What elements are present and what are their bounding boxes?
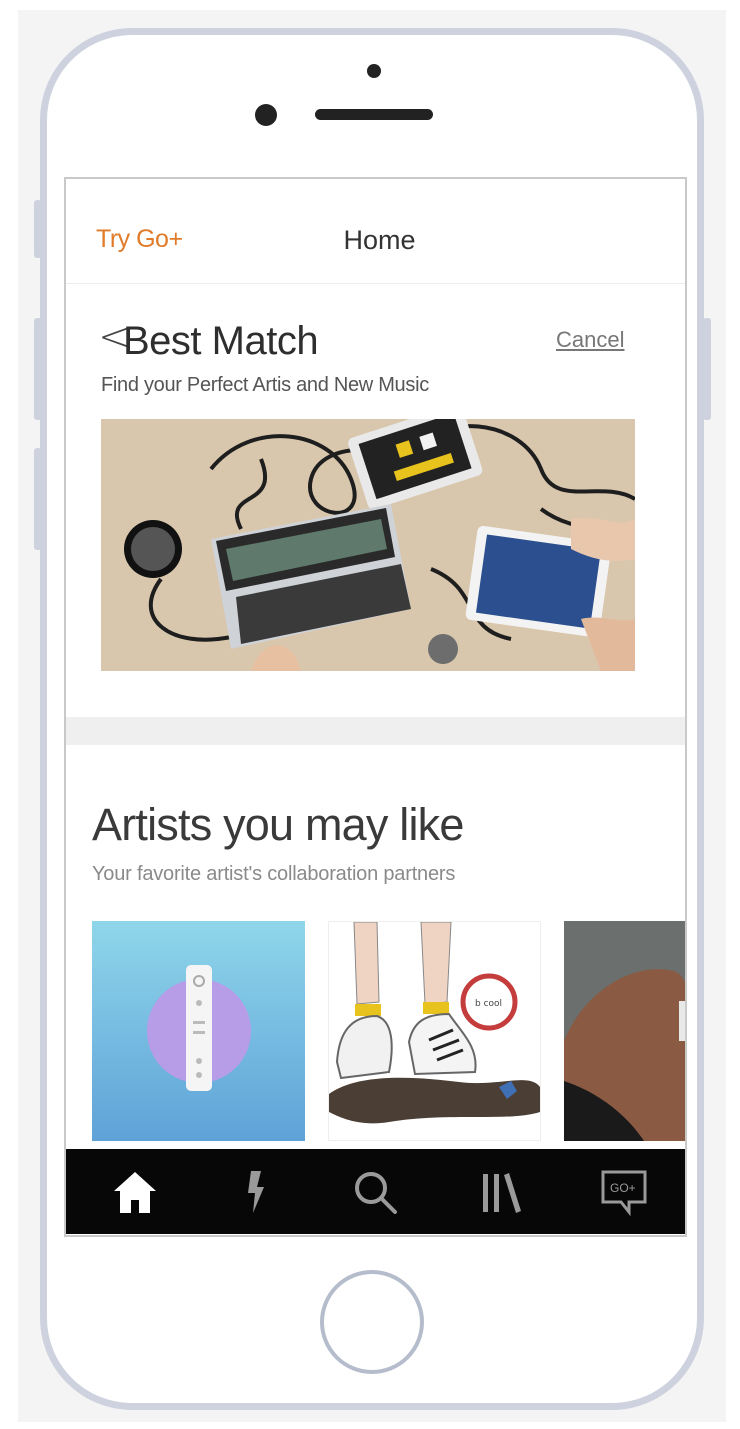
proximity-sensor <box>367 64 381 78</box>
best-match-subtitle: Find your Perfect Artis and New Music <box>101 374 429 396</box>
best-match-title: Best Match <box>123 319 319 363</box>
go-plus-label: GO+ <box>610 1181 636 1195</box>
artists-title: Artists you may like <box>92 799 464 850</box>
front-camera <box>255 104 277 126</box>
go-plus-icon: GO+ <box>601 1170 647 1216</box>
cancel-link[interactable]: Cancel <box>556 327 624 353</box>
portrait-photo-icon <box>564 921 685 1141</box>
tab-search[interactable] <box>330 1149 420 1234</box>
music-gear-photo-icon <box>101 419 635 671</box>
section-divider <box>66 717 685 745</box>
sneakers-sketch-art-icon: b cool <box>329 922 540 1140</box>
artists-subtitle: Your favorite artist's collaboration par… <box>92 863 456 885</box>
tab-library[interactable] <box>456 1149 546 1234</box>
navigation-bar: Try Go+ Home <box>66 179 685 284</box>
artist-card[interactable] <box>564 921 685 1141</box>
app-screen: Try Go+ Home < Best Match Cancel Find yo… <box>64 177 687 1237</box>
lightning-icon <box>248 1170 264 1213</box>
search-icon <box>355 1171 397 1214</box>
mute-switch <box>34 200 42 258</box>
tab-go-plus[interactable]: GO+ <box>580 1149 670 1234</box>
volume-down-button <box>34 448 42 550</box>
artist-card[interactable]: b cool <box>328 921 541 1141</box>
home-icon <box>114 1171 156 1213</box>
page-title: Home <box>343 225 416 255</box>
remote-on-purple-circle-art-icon <box>92 921 305 1141</box>
library-icon <box>483 1172 521 1213</box>
volume-up-button <box>34 318 42 420</box>
best-match-banner[interactable] <box>101 419 635 671</box>
home-button[interactable] <box>320 1270 424 1374</box>
power-button <box>703 318 711 420</box>
tab-bar: GO+ <box>66 1149 685 1234</box>
tab-trending[interactable] <box>211 1149 301 1234</box>
tab-home[interactable] <box>90 1149 180 1234</box>
artist-card[interactable] <box>92 921 305 1141</box>
card-caption: b cool <box>475 999 502 1009</box>
earpiece-speaker <box>315 109 433 120</box>
